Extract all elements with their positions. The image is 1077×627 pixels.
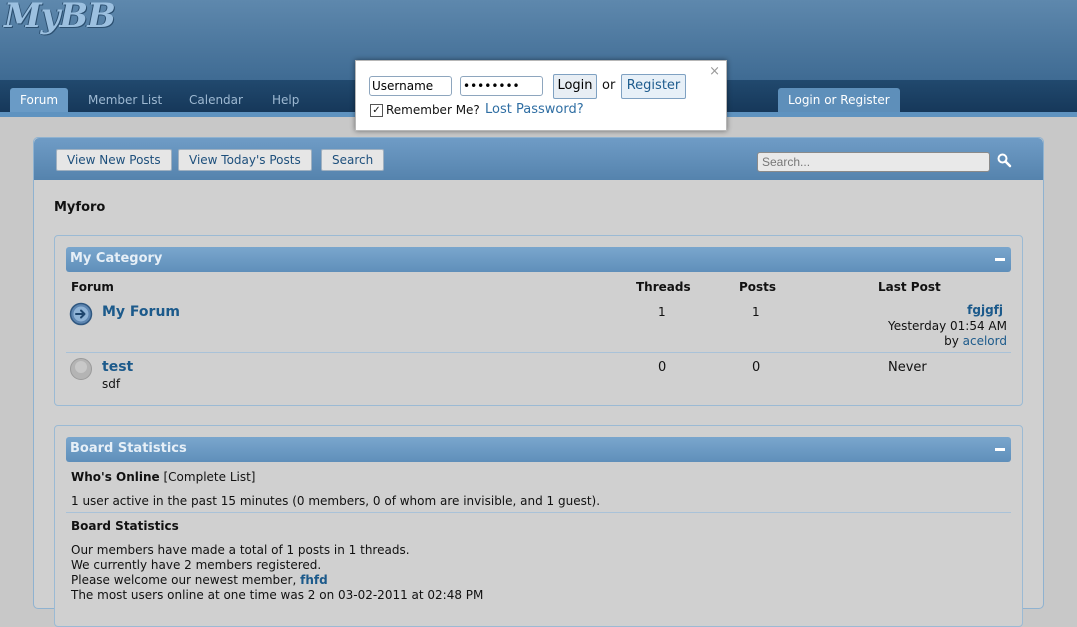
remember-me: ✓ Remember Me? (370, 103, 480, 117)
stats-most-online-line: The most users online at one time was 2 … (71, 588, 484, 602)
statistics-header: Board Statistics (66, 437, 1011, 462)
category-title[interactable]: My Category (70, 251, 162, 266)
tab-login-or-register[interactable]: Login or Register (778, 88, 900, 112)
mybb-logo[interactable]: MyBB (4, 0, 116, 36)
online-users-text: 1 user active in the past 15 minutes (0 … (71, 494, 601, 508)
forum-threads-count: 0 (658, 360, 667, 375)
search-button[interactable]: Search (321, 149, 385, 171)
whos-online-label: Who's Online (71, 470, 160, 484)
newest-member-prefix: Please welcome our newest member, (71, 573, 301, 587)
column-header-forum: Forum (71, 280, 114, 294)
main-container: View New Posts View Today's Posts Search… (33, 137, 1044, 627)
board-title: Myforo (54, 200, 106, 215)
row-divider (66, 512, 1011, 513)
login-popup: Login or Register × ✓Remember Me? Lost P… (355, 60, 727, 131)
column-header-posts: Posts (739, 280, 777, 294)
row-divider (66, 352, 1011, 353)
stats-posts-line: Our members have made a total of 1 posts… (71, 543, 410, 557)
forum-description: sdf (102, 377, 121, 391)
column-header-last-post: Last Post (878, 280, 941, 294)
newest-member-link[interactable]: fhfd (300, 573, 328, 587)
last-post-title-link[interactable]: fgjgfj (967, 303, 1003, 317)
login-button[interactable]: Login (553, 74, 597, 99)
board-statistics-panel: Board Statistics Who's Online [Complete … (54, 425, 1023, 627)
last-post-by-label: by (944, 334, 959, 348)
search-icon[interactable] (996, 152, 1012, 168)
forum-threads-count: 1 (658, 305, 666, 319)
tab-help[interactable]: Help (262, 88, 309, 112)
last-post-never: Never (888, 360, 927, 375)
register-button[interactable]: Register (621, 74, 686, 99)
remember-me-checkbox[interactable]: ✓ (370, 104, 383, 117)
whos-online-line: Who's Online [Complete List] (71, 470, 256, 484)
forum-toolbar: View New Posts View Today's Posts Search (34, 138, 1043, 180)
statistics-title: Board Statistics (70, 441, 187, 456)
last-post-author-link[interactable]: acelord (963, 334, 1007, 348)
complete-list-link[interactable]: [Complete List] (164, 470, 256, 484)
collapse-icon[interactable] (995, 258, 1005, 262)
forum-no-new-posts-icon (70, 358, 92, 380)
column-header-threads: Threads (636, 280, 691, 294)
view-todays-posts-button[interactable]: View Today's Posts (178, 149, 312, 171)
search-input[interactable] (757, 152, 990, 172)
view-new-posts-button[interactable]: View New Posts (56, 149, 172, 171)
tab-calendar[interactable]: Calendar (179, 88, 253, 112)
forum-link-test[interactable]: test (102, 359, 133, 375)
stats-newest-member-line: Please welcome our newest member, fhfd (71, 573, 328, 587)
remember-me-label: Remember Me? (386, 103, 480, 117)
last-post-time: Yesterday 01:54 AM (887, 319, 1007, 333)
stats-members-line: We currently have 2 members registered. (71, 558, 322, 572)
tab-forum[interactable]: Forum (10, 88, 69, 112)
lost-password-link[interactable]: Lost Password? (485, 102, 584, 117)
close-icon[interactable]: × (709, 64, 720, 79)
board-statistics-label: Board Statistics (71, 519, 179, 533)
tab-member-list[interactable]: Member List (78, 88, 172, 112)
forum-posts-count: 0 (752, 360, 761, 375)
forum-new-posts-icon (69, 302, 93, 326)
or-text: or (602, 78, 616, 93)
last-post-byline: by acelord (944, 334, 1007, 348)
category-header: My Category (66, 247, 1011, 272)
username-input[interactable] (369, 76, 452, 96)
forum-posts-count: 1 (752, 305, 760, 319)
category-panel: My Category Forum Threads Posts Last Pos… (54, 235, 1023, 406)
forum-link-my-forum[interactable]: My Forum (102, 304, 180, 320)
collapse-icon[interactable] (995, 448, 1005, 452)
password-input[interactable] (460, 76, 543, 96)
